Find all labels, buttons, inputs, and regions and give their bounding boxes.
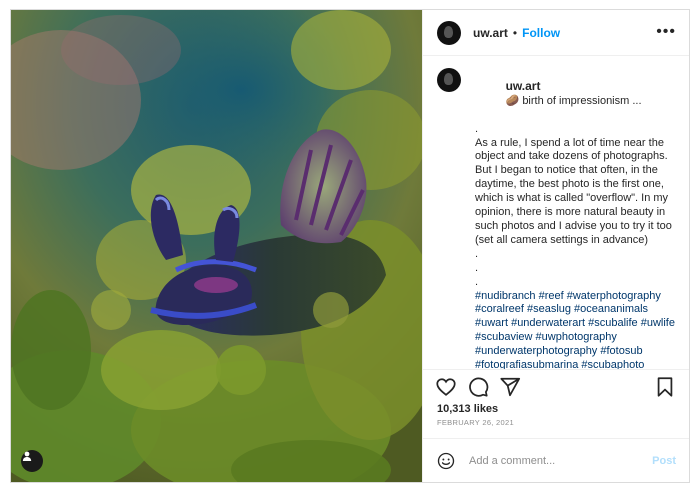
comment-input[interactable]: [467, 454, 651, 468]
header-username[interactable]: uw.art: [473, 26, 508, 40]
more-options-icon[interactable]: •••: [656, 24, 676, 40]
comment-bar: Post: [423, 438, 689, 482]
action-bar: 10,313 likes FEBRUARY 26, 2021: [423, 369, 689, 427]
emoji-icon[interactable]: [437, 452, 455, 470]
comment-icon[interactable]: [467, 376, 489, 398]
post-comment-button[interactable]: Post: [652, 455, 676, 467]
user-icon: [22, 451, 32, 461]
post-sidebar: uw.art • Follow ••• uw.art 🥔 birth of im…: [422, 10, 689, 482]
caption-headline: 🥔 birth of impressionism ...: [505, 94, 642, 107]
heart-icon[interactable]: [435, 376, 457, 398]
like-count[interactable]: 10,313 likes: [437, 403, 498, 415]
caption-scroll-area[interactable]: uw.art 🥔 birth of impressionism ... . As…: [423, 56, 689, 369]
post-photo[interactable]: [11, 10, 422, 482]
post-date[interactable]: FEBRUARY 26, 2021: [437, 418, 514, 427]
caption-text: uw.art 🥔 birth of impressionism ... . As…: [475, 66, 675, 369]
caption-hashtags[interactable]: #nudibranch #reef #waterphotography #cor…: [475, 290, 675, 370]
caption-spacer: .: [475, 261, 479, 274]
caption-spacer: .: [475, 275, 479, 288]
nudibranch-image: [11, 10, 422, 482]
tagged-users-button[interactable]: [21, 450, 43, 472]
paper-plane-icon[interactable]: [499, 376, 521, 398]
instagram-post: uw.art • Follow ••• uw.art 🥔 birth of im…: [10, 9, 690, 483]
bookmark-icon[interactable]: [654, 376, 676, 398]
follow-button[interactable]: Follow: [522, 26, 560, 40]
header-separator: •: [512, 25, 518, 40]
caption-avatar[interactable]: [437, 68, 461, 92]
caption-username[interactable]: uw.art: [506, 79, 541, 93]
avatar[interactable]: [437, 20, 461, 45]
caption-body: As a rule, I spend a lot of time near th…: [475, 136, 675, 246]
post-header: uw.art • Follow •••: [423, 10, 689, 56]
caption-spacer: .: [475, 122, 479, 135]
caption-spacer: .: [475, 247, 479, 260]
